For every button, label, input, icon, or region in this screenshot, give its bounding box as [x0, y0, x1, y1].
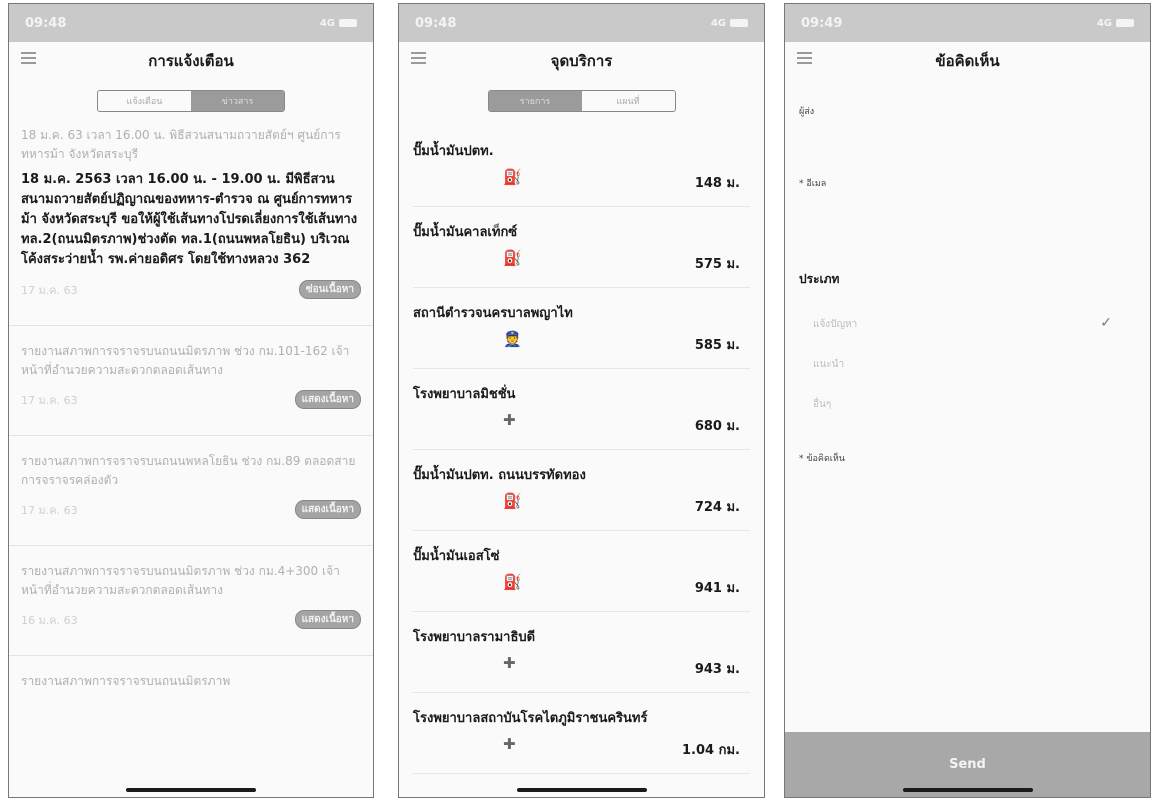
service-distance: 575 ม. [694, 257, 740, 272]
service-distance: 724 ม. [694, 500, 740, 515]
notification-date: 16 ม.ค. 63 [21, 613, 78, 627]
hospital-icon: ✚ [503, 411, 516, 429]
type-label: ประเภท [799, 272, 840, 286]
service-name: โรงพยาบาลสถาบันโรคไตภูมิราชนครินทร์ [413, 711, 648, 726]
status-bar: 09:48 4G [399, 4, 764, 42]
fuel-icon: ⛽ [503, 168, 522, 186]
status-bar: 09:48 4G [9, 4, 373, 42]
sender-field[interactable]: ผู้ส่ง [799, 104, 1136, 118]
notification-list: 18 ม.ค. 63 เวลา 16.00 น. พิธีสวนสนามถวาย… [9, 126, 373, 691]
segmented-control: รายการ แผนที่ [487, 90, 676, 112]
status-time: 09:49 [801, 15, 843, 31]
fuel-icon: ⛽ [503, 249, 522, 267]
service-name: โรงพยาบาลมิชชั่น [413, 387, 516, 402]
status-time: 09:48 [415, 15, 457, 31]
service-item[interactable]: โรงพยาบาลมิชชั่น ✚ 680 ม. [413, 369, 750, 450]
police-icon: 👮 [503, 330, 522, 348]
page-title: ข้อคิดเห็น [935, 52, 1000, 70]
service-name: ปั๊มน้ำมันเอสโซ่ [413, 549, 500, 564]
hide-content-button[interactable]: ซ่อนเนื้อหา [298, 280, 361, 299]
list-item: รายงานสภาพการจราจรบนถนนพหลโยธิน ช่วง กม.… [21, 452, 361, 519]
service-name: ปั๊มน้ำมันคาลเท็กซ์ [413, 225, 518, 240]
page-title: จุดบริการ [550, 52, 613, 70]
battery-icon [339, 19, 357, 27]
notification-summary: รายงานสภาพการจราจรบนถนนมิตรภาพ [21, 674, 231, 688]
hospital-icon: ✚ [503, 654, 516, 672]
show-content-button[interactable]: แสดงเนื้อหา [294, 500, 361, 519]
type-option-other[interactable]: อื่นๆ [813, 397, 1136, 437]
tab-map[interactable]: แผนที่ [582, 91, 675, 111]
service-item[interactable]: ปั๊มน้ำมันปตท. ⛽ 148 ม. [413, 126, 750, 207]
divider [9, 325, 373, 326]
status-bar: 09:49 4G [785, 4, 1150, 42]
service-item[interactable]: ปั๊มน้ำมันปตท. ถนนบรรทัดทอง ⛽ 724 ม. [413, 450, 750, 531]
home-indicator [902, 788, 1033, 792]
notification-summary: รายงานสภาพการจราจรบนถนนมิตรภาพ ช่วง กม.4… [21, 564, 340, 597]
feedback-screen: 09:49 4G ข้อคิดเห็น ผู้ส่ง * อีเมล ประเภ… [784, 3, 1151, 798]
menu-icon[interactable] [797, 52, 812, 64]
service-item[interactable]: ปั๊มน้ำมันคาลเท็กซ์ ⛽ 575 ม. [413, 207, 750, 288]
service-distance: 943 ม. [694, 662, 740, 677]
menu-icon[interactable] [411, 52, 426, 64]
page-title: การแจ้งเตือน [148, 52, 234, 70]
notification-body: 18 ม.ค. 2563 เวลา 16.00 น. - 19.00 น. มี… [21, 172, 358, 267]
nav-bar: การแจ้งเตือน [9, 42, 373, 80]
divider [9, 435, 373, 436]
service-name: สถานีตำรวจนครบาลพญาไท [413, 306, 573, 321]
service-item[interactable]: สถานีตำรวจนครบาลพญาไท 👮 585 ม. [413, 288, 750, 369]
service-distance: 1.04 กม. [682, 743, 740, 758]
tab-alerts[interactable]: แจ้งเตือน [98, 91, 191, 111]
tab-news[interactable]: ข่าวสาร [191, 91, 284, 111]
service-points-screen: 09:48 4G จุดบริการ รายการ แผนที่ ปั๊มน้ำ… [398, 3, 765, 798]
service-name: ปั๊มน้ำมันปตท. ถนนบรรทัดทอง [413, 468, 586, 483]
fuel-icon: ⛽ [503, 492, 522, 510]
list-item: 18 ม.ค. 63 เวลา 16.00 น. พิธีสวนสนามถวาย… [21, 126, 361, 299]
service-distance: 941 ม. [694, 581, 740, 596]
hospital-icon: ✚ [503, 735, 516, 753]
nav-bar: ข้อคิดเห็น [785, 42, 1150, 80]
segmented-control: แจ้งเตือน ข่าวสาร [97, 90, 285, 112]
service-list: ปั๊มน้ำมันปตท. ⛽ 148 ม. ปั๊มน้ำมันคาลเท็กซ์… [399, 126, 764, 774]
network-label: 4G [710, 17, 726, 29]
notification-summary: รายงานสภาพการจราจรบนถนนมิตรภาพ ช่วง กม.1… [21, 344, 350, 377]
notification-date: 17 ม.ค. 63 [21, 393, 78, 407]
divider [9, 655, 373, 656]
service-item[interactable]: ปั๊มน้ำมันเอสโซ่ ⛽ 941 ม. [413, 531, 750, 612]
home-indicator [516, 788, 647, 792]
service-name: ปั๊มน้ำมันปตท. [413, 144, 494, 159]
type-option-report[interactable]: แจ้งปัญหา ✓ [813, 315, 1136, 357]
service-item[interactable]: โรงพยาบาลสถาบันโรคไตภูมิราชนครินทร์ ✚ 1.04… [413, 693, 750, 774]
menu-icon[interactable] [21, 52, 36, 64]
status-time: 09:48 [25, 15, 67, 31]
network-label: 4G [319, 17, 335, 29]
fuel-icon: ⛽ [503, 573, 522, 591]
home-indicator [126, 788, 256, 792]
service-name: โรงพยาบาลรามาธิบดี [413, 630, 536, 645]
notification-date: 17 ม.ค. 63 [21, 503, 78, 517]
network-label: 4G [1096, 17, 1112, 29]
notification-date: 17 ม.ค. 63 [21, 283, 78, 297]
list-item: รายงานสภาพการจราจรบนถนนมิตรภาพ ช่วง กม.4… [21, 562, 361, 629]
type-option-suggest[interactable]: แนะนำ [813, 357, 1136, 397]
service-distance: 148 ม. [694, 176, 740, 191]
service-item[interactable]: โรงพยาบาลรามาธิบดี ✚ 943 ม. [413, 612, 750, 693]
notification-summary: รายงานสภาพการจราจรบนถนนพหลโยธิน ช่วง กม.… [21, 454, 356, 487]
nav-bar: จุดบริการ [399, 42, 764, 80]
show-content-button[interactable]: แสดงเนื้อหา [294, 390, 361, 409]
notifications-screen: 09:48 4G การแจ้งเตือน แจ้งเตือน ข่าวสาร … [8, 3, 374, 798]
checkmark-icon: ✓ [1100, 315, 1112, 331]
feedback-form: ผู้ส่ง * อีเมล ประเภท แจ้งปัญหา ✓ แนะนำ … [785, 104, 1150, 465]
service-distance: 680 ม. [694, 419, 740, 434]
list-item: รายงานสภาพการจราจรบนถนนมิตรภาพ [21, 672, 361, 691]
show-content-button[interactable]: แสดงเนื้อหา [294, 610, 361, 629]
tab-list[interactable]: รายการ [488, 91, 582, 111]
comment-field[interactable]: * ข้อคิดเห็น [799, 451, 1136, 465]
service-distance: 585 ม. [694, 338, 740, 353]
notification-summary: 18 ม.ค. 63 เวลา 16.00 น. พิธีสวนสนามถวาย… [21, 128, 341, 161]
battery-icon [1116, 19, 1134, 27]
divider [9, 545, 373, 546]
battery-icon [730, 19, 748, 27]
email-field[interactable]: * อีเมล [799, 176, 1136, 190]
list-item: รายงานสภาพการจราจรบนถนนมิตรภาพ ช่วง กม.1… [21, 342, 361, 409]
